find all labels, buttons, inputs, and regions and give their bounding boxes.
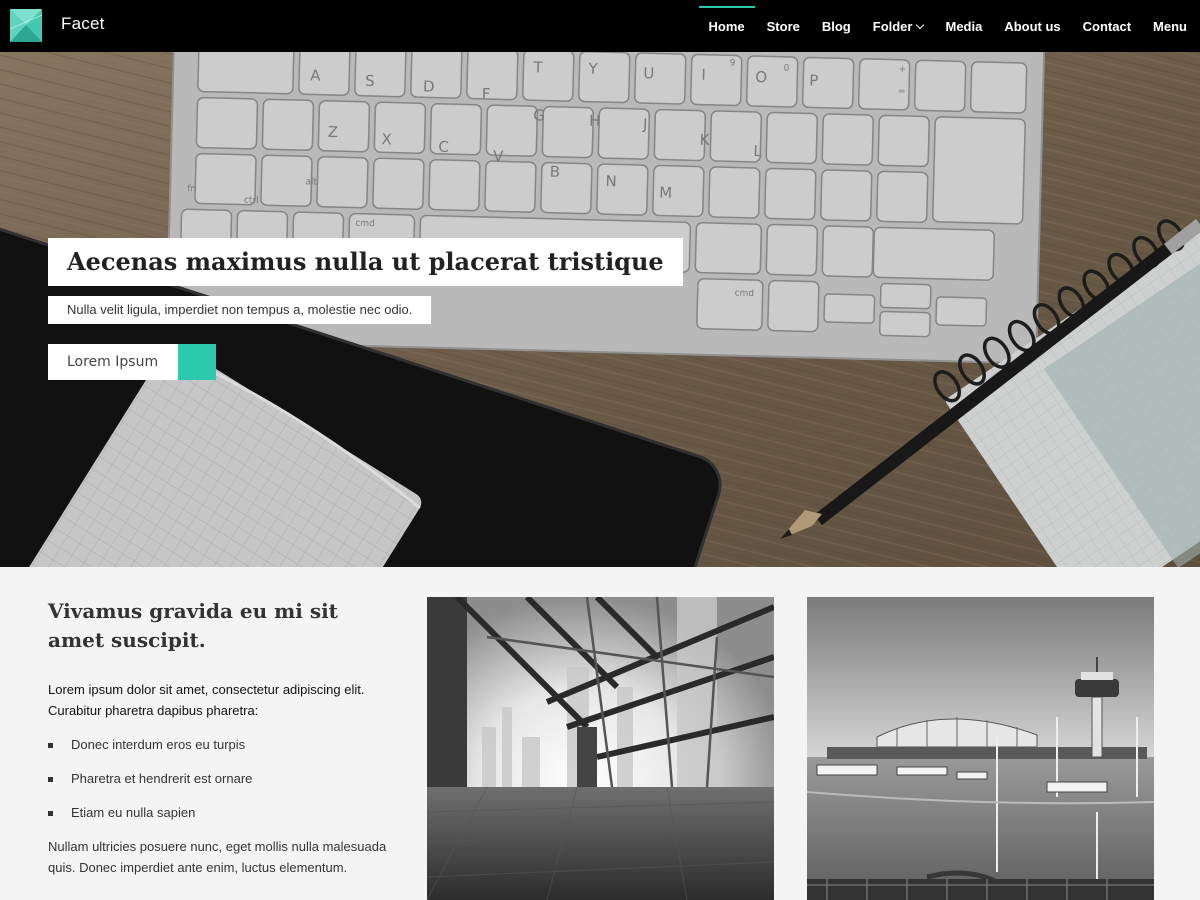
hero-cta-label: Lorem Ipsum <box>67 354 159 370</box>
site-title[interactable]: Facet <box>61 14 105 34</box>
nav-item-label: Folder <box>872 19 913 34</box>
nav-item-label: Blog <box>821 19 851 34</box>
outro-text: Nullam ultricies posuere nunc, eget moll… <box>48 839 387 875</box>
nav-item-blog[interactable]: Blog <box>811 0 862 52</box>
nav-item-menu[interactable]: Menu <box>1142 0 1200 52</box>
hero-slider: T Y U I O P A S D F G H J K L Z X C V B <box>0 52 1200 567</box>
nav-item-label: Store <box>766 19 800 34</box>
airport-tower-photo[interactable] <box>807 597 1154 900</box>
list-item: Pharetra et hendrerit est ornare <box>48 762 398 796</box>
chevron-down-icon <box>916 20 925 30</box>
section-heading: Vivamus gravida eu mi sit amet suscipit. <box>48 599 338 652</box>
chevron-right-icon <box>48 344 216 380</box>
nav-item-about-us[interactable]: About us <box>993 0 1071 52</box>
facet-logo-icon[interactable] <box>10 9 42 42</box>
nav-item-contact[interactable]: Contact <box>1072 0 1142 52</box>
nav-item-label: Media <box>945 19 983 34</box>
hero-title: Aecenas maximus nulla ut placerat tristi… <box>48 238 683 286</box>
bullet-list: Donec interdum eros eu turpis Pharetra e… <box>48 728 398 830</box>
list-item: Donec interdum eros eu turpis <box>48 728 398 762</box>
hero-cta-button[interactable]: Lorem Ipsum <box>48 344 216 380</box>
text-column: Vivamus gravida eu mi sit amet suscipit.… <box>48 597 398 878</box>
nav-item-label: Contact <box>1082 19 1132 34</box>
nav-item-folder[interactable]: Folder <box>862 0 935 52</box>
nav-item-media[interactable]: Media <box>934 0 993 52</box>
nav-item-store[interactable]: Store <box>756 0 811 52</box>
glass-canopy-building-photo[interactable] <box>427 597 774 900</box>
list-item: Etiam eu nulla sapien <box>48 796 398 830</box>
intro-text: Lorem ipsum dolor sit amet, consectetur … <box>48 682 365 718</box>
nav-item-label: About us <box>1004 19 1061 34</box>
hero-subtitle: Nulla velit ligula, imperdiet non tempus… <box>48 296 432 324</box>
site-header: Facet Home Store Blog Folder Media About… <box>0 0 1200 52</box>
photo-image <box>807 597 1154 900</box>
nav-item-home[interactable]: Home <box>698 0 756 52</box>
main-nav: Home Store Blog Folder Media About us Co… <box>698 0 1200 52</box>
content-section: Vivamus gravida eu mi sit amet suscipit.… <box>0 567 1200 900</box>
nav-item-label: Home <box>708 19 745 34</box>
nav-item-label: Menu <box>1153 19 1187 34</box>
photo-image <box>427 597 774 900</box>
